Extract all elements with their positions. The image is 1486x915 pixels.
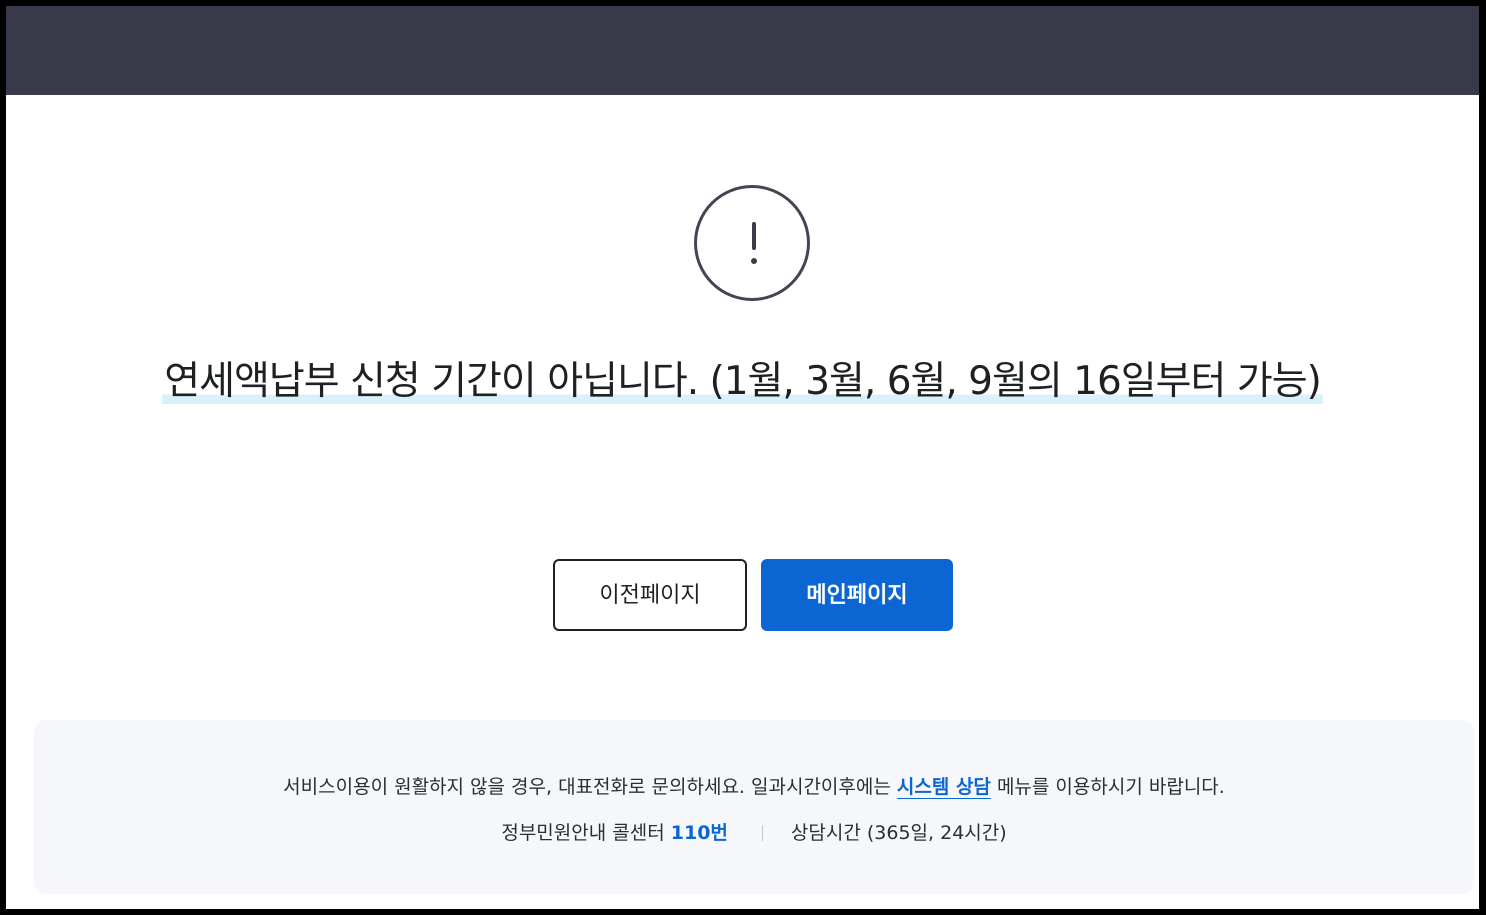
main-page-button[interactable]: 메인페이지 bbox=[761, 559, 953, 631]
help-notice-suffix: 메뉴를 이용하시기 바랍니다. bbox=[990, 776, 1225, 798]
help-notice-prefix: 서비스이용이 원활하지 않을 경우, 대표전화로 문의하세요. 일과시간이후에는 bbox=[283, 776, 897, 798]
error-message: 연세액납부 신청 기간이 아닙니다. (1월, 3월, 6월, 9월의 16일부… bbox=[162, 356, 1323, 408]
previous-page-button[interactable]: 이전페이지 bbox=[553, 559, 747, 631]
call-center-number: 110번 bbox=[670, 822, 728, 844]
exclamation-circle-icon bbox=[694, 185, 810, 301]
exclamation-bar bbox=[752, 222, 756, 250]
top-header-bar bbox=[6, 6, 1479, 95]
error-page: 연세액납부 신청 기간이 아닙니다. (1월, 3월, 6월, 9월의 16일부… bbox=[6, 6, 1479, 909]
help-info-box: 서비스이용이 원활하지 않을 경우, 대표전화로 문의하세요. 일과시간이후에는… bbox=[34, 720, 1474, 894]
message-container: 연세액납부 신청 기간이 아닙니다. (1월, 3월, 6월, 9월의 16일부… bbox=[6, 356, 1479, 408]
system-consult-link[interactable]: 시스템 상담 bbox=[897, 776, 991, 798]
help-notice: 서비스이용이 원활하지 않을 경우, 대표전화로 문의하세요. 일과시간이후에는… bbox=[34, 772, 1474, 799]
call-center-label: 정부민원안내 콜센터 bbox=[501, 822, 671, 844]
divider bbox=[761, 825, 763, 841]
call-center-info: 정부민원안내 콜센터 110번 상담시간 (365일, 24시간) bbox=[34, 818, 1474, 845]
consult-hours: 상담시간 (365일, 24시간) bbox=[790, 822, 1007, 844]
exclamation-dot bbox=[751, 258, 757, 264]
